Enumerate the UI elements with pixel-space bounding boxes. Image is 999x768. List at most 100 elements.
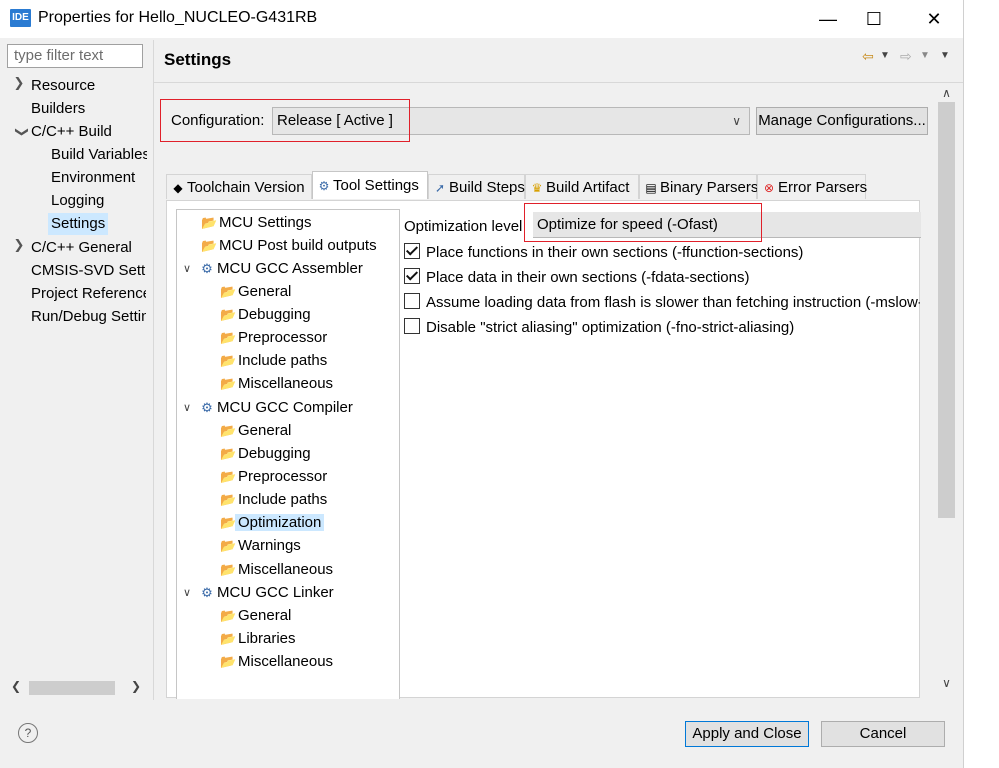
tree-item-cpp-build[interactable]: C/C++ Build xyxy=(31,121,146,143)
checkbox-data-sections[interactable]: Place data in their own sections (-fdata… xyxy=(404,267,920,289)
help-icon[interactable]: ? xyxy=(18,723,38,743)
page-title: Settings xyxy=(164,50,232,69)
manage-configurations-button[interactable]: Manage Configurations... xyxy=(756,107,928,135)
maximize-button[interactable]: ☐ xyxy=(851,0,897,38)
folder-tool-icon: 📂 xyxy=(201,215,218,230)
tree-node-mcu-post-build[interactable]: 📂 MCU Post build outputs xyxy=(201,235,377,257)
node-label: MCU GCC Assembler xyxy=(217,260,363,277)
checkbox-no-strict-aliasing[interactable]: Disable "strict aliasing" optimization (… xyxy=(404,317,920,339)
tree-item-settings[interactable]: Settings xyxy=(48,213,109,235)
tab-toolchain-version[interactable]: ◆ Toolchain Version xyxy=(166,174,312,199)
chevron-right-icon[interactable]: ❯ xyxy=(12,237,26,259)
forward-dropdown-icon[interactable]: ▼ xyxy=(920,50,930,61)
title-bar: IDE Properties for Hello_NUCLEO-G431RB —… xyxy=(0,0,963,38)
node-label: Include paths xyxy=(238,491,328,508)
tree-node-ld-libraries[interactable]: 📂 Libraries xyxy=(220,628,296,650)
tree-item-resource[interactable]: Resource xyxy=(31,75,146,97)
tab-binary-parsers[interactable]: ▤ Binary Parsers xyxy=(639,174,758,199)
properties-dialog: IDE Properties for Hello_NUCLEO-G431RB —… xyxy=(0,0,964,768)
tree-node-ld-general[interactable]: 📂 General xyxy=(220,605,291,627)
node-label: MCU Settings xyxy=(219,214,312,231)
tree-node-cc-include-paths[interactable]: 📂 Include paths xyxy=(220,489,327,511)
checkbox-function-sections[interactable]: Place functions in their own sections (-… xyxy=(404,242,920,264)
window-title: Properties for Hello_NUCLEO-G431RB xyxy=(38,9,318,26)
tree-node-asm-miscellaneous[interactable]: 📂 Miscellaneous xyxy=(220,373,333,395)
tree-item-build-variables[interactable]: Build Variables xyxy=(51,144,147,166)
chevron-down-icon[interactable]: ❯ xyxy=(8,125,30,139)
tab-bar: ◆ Toolchain Version ⚙ Tool Settings ➚ Build… xyxy=(166,171,867,200)
tree-node-cc-miscellaneous[interactable]: 📂 Miscellaneous xyxy=(220,559,333,581)
tree-node-cc-general[interactable]: 📂 General xyxy=(220,420,291,442)
filter-input[interactable]: type filter text xyxy=(7,44,143,68)
tree-item-builders[interactable]: Builders xyxy=(31,98,146,120)
forward-arrow-icon[interactable]: ⇨ xyxy=(900,48,912,65)
view-menu-icon[interactable]: ▼ xyxy=(940,50,950,61)
folder-tool-icon: 📂 xyxy=(220,353,237,368)
folder-tool-icon: 📂 xyxy=(220,307,237,322)
chevron-down-icon[interactable]: ∨ xyxy=(181,582,193,604)
tree-item-logging[interactable]: Logging xyxy=(51,190,147,212)
left-horizontal-scrollbar[interactable]: ❮ ❯ xyxy=(7,679,145,697)
tree-node-gcc-assembler[interactable]: ∨ ⚙ MCU GCC Assembler xyxy=(181,258,363,280)
tab-error-parsers[interactable]: ⊗ Error Parsers xyxy=(757,174,867,199)
node-label: Miscellaneous xyxy=(238,561,334,578)
tree-node-asm-debugging[interactable]: 📂 Debugging xyxy=(220,304,311,326)
cancel-button[interactable]: Cancel xyxy=(821,721,945,747)
tree-node-asm-general[interactable]: 📂 General xyxy=(220,281,291,303)
scroll-up-icon[interactable]: ∧ xyxy=(936,86,957,100)
folder-tool-icon: 📂 xyxy=(220,492,237,507)
gear-icon: ⚙ xyxy=(201,400,213,415)
scrollbar-thumb[interactable] xyxy=(29,681,115,695)
tab-build-steps[interactable]: ➚ Build Steps xyxy=(428,174,525,199)
tree-node-cc-preprocessor[interactable]: 📂 Preprocessor xyxy=(220,466,327,488)
checkbox-unchecked[interactable] xyxy=(404,318,420,334)
tree-node-mcu-settings[interactable]: 📂 MCU Settings xyxy=(201,212,312,234)
folder-tool-icon: 📂 xyxy=(220,469,237,484)
node-label: MCU Post build outputs xyxy=(219,237,377,254)
tree-node-asm-preprocessor[interactable]: 📂 Preprocessor xyxy=(220,327,327,349)
scroll-left-icon[interactable]: ❮ xyxy=(11,679,21,693)
scroll-right-icon[interactable]: ❯ xyxy=(131,679,141,693)
tree-node-cc-optimization[interactable]: 📂 Optimization xyxy=(220,512,325,534)
tree-item-project-references[interactable]: Project References xyxy=(31,283,146,305)
tree-item-run-debug[interactable]: Run/Debug Settings xyxy=(31,306,146,328)
folder-tool-icon: 📂 xyxy=(220,330,237,345)
node-label: Miscellaneous xyxy=(238,375,334,392)
tree-node-cc-warnings[interactable]: 📂 Warnings xyxy=(220,535,301,557)
tab-build-artifact[interactable]: ♛ Build Artifact xyxy=(525,174,639,199)
checkbox-checked[interactable] xyxy=(404,268,420,284)
tab-tool-settings[interactable]: ⚙ Tool Settings xyxy=(312,171,428,199)
tree-node-ld-miscellaneous[interactable]: 📂 Miscellaneous xyxy=(220,651,333,673)
tree-item-environment[interactable]: Environment xyxy=(51,167,147,189)
tree-node-asm-include-paths[interactable]: 📂 Include paths xyxy=(220,350,327,372)
checkbox-unchecked[interactable] xyxy=(404,293,420,309)
node-label: MCU GCC Compiler xyxy=(217,399,353,416)
error-icon: ⊗ xyxy=(763,181,775,195)
chevron-down-icon[interactable]: ∨ xyxy=(181,258,193,280)
right-vertical-scrollbar[interactable]: ∧ ∨ xyxy=(936,84,957,696)
checkbox-checked[interactable] xyxy=(404,243,420,259)
scrollbar-thumb[interactable] xyxy=(938,102,955,518)
back-dropdown-icon[interactable]: ▼ xyxy=(880,50,890,61)
node-label: General xyxy=(238,422,292,439)
node-label: Include paths xyxy=(238,352,328,369)
apply-and-close-button[interactable]: Apply and Close xyxy=(685,721,809,747)
folder-tool-icon: 📂 xyxy=(220,515,237,530)
tree-item-cmsis-svd[interactable]: CMSIS-SVD Settings xyxy=(31,260,146,282)
node-label: General xyxy=(238,607,292,624)
chevron-right-icon[interactable]: ❯ xyxy=(12,75,26,97)
tree-node-gcc-linker[interactable]: ∨ ⚙ MCU GCC Linker xyxy=(181,582,334,604)
divider xyxy=(154,82,963,83)
checkbox-slow-flash-data[interactable]: Assume loading data from flash is slower… xyxy=(404,292,920,314)
tab-label: Tool Settings xyxy=(333,177,419,194)
tree-node-gcc-compiler[interactable]: ∨ ⚙ MCU GCC Compiler xyxy=(181,397,353,419)
minimize-button[interactable]: — xyxy=(805,0,851,38)
chevron-down-icon[interactable]: ∨ xyxy=(181,397,193,419)
back-arrow-icon[interactable]: ⇦ xyxy=(862,48,874,65)
tree-node-cc-debugging[interactable]: 📂 Debugging xyxy=(220,443,311,465)
tool-settings-tree: 📂 MCU Settings 📂 MCU Post build outputs ∨ ⚙… xyxy=(176,209,400,699)
tree-item-cpp-general[interactable]: C/C++ General xyxy=(31,237,146,259)
close-button[interactable]: ✕ xyxy=(911,0,957,38)
node-label: Miscellaneous xyxy=(238,653,334,670)
scroll-down-icon[interactable]: ∨ xyxy=(936,676,957,690)
